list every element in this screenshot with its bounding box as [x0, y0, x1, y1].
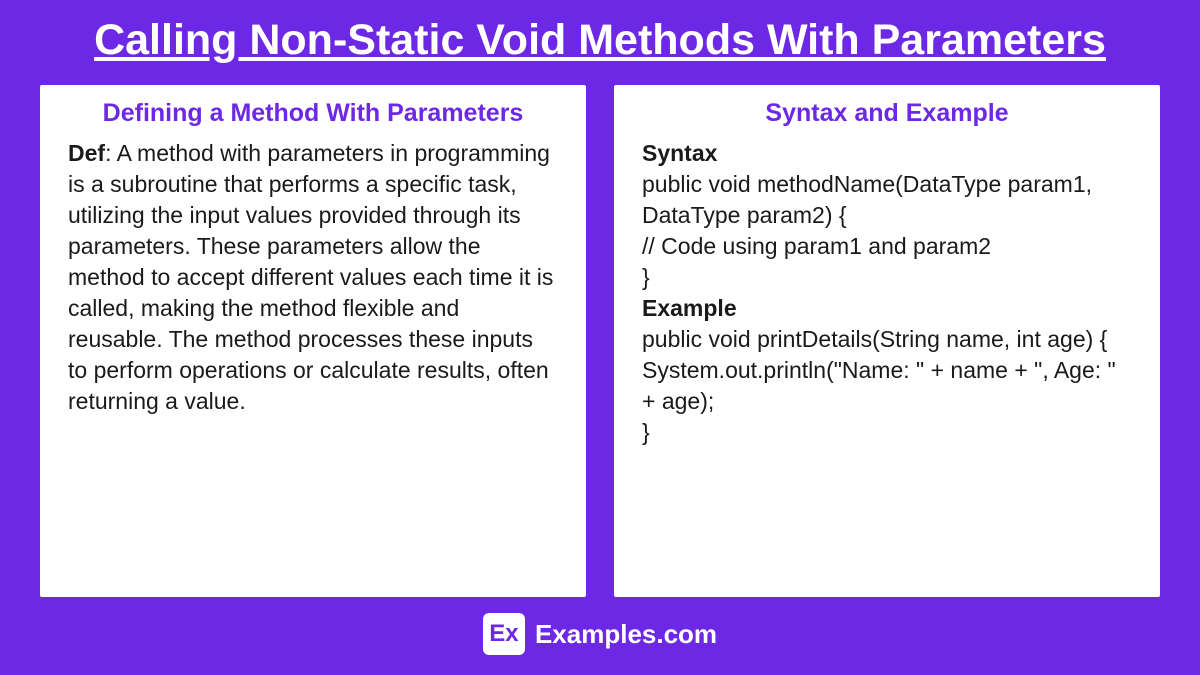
def-text: : A method with parameters in programmin…	[68, 140, 553, 414]
right-panel-body: Syntax public void methodName(DataType p…	[636, 138, 1138, 448]
left-panel-heading: Defining a Method With Parameters	[62, 99, 564, 128]
example-line-1: public void printDetails(String name, in…	[642, 326, 1107, 352]
left-panel-body: Def: A method with parameters in program…	[62, 138, 564, 417]
syntax-line-3: }	[642, 264, 650, 290]
page-title: Calling Non-Static Void Methods With Par…	[94, 15, 1106, 67]
def-label: Def	[68, 140, 105, 166]
site-name: Examples.com	[535, 619, 717, 650]
right-panel: Syntax and Example Syntax public void me…	[614, 85, 1160, 597]
syntax-line-1: public void methodName(DataType param1, …	[642, 171, 1092, 228]
syntax-line-2: // Code using param1 and param2	[642, 233, 991, 259]
logo-icon: Ex	[483, 613, 525, 655]
example-line-2: System.out.println("Name: " + name + ", …	[642, 357, 1116, 414]
example-label: Example	[642, 293, 1132, 324]
footer: Ex Examples.com	[483, 613, 717, 655]
right-panel-heading: Syntax and Example	[636, 99, 1138, 128]
syntax-label: Syntax	[642, 138, 1132, 169]
left-panel: Defining a Method With Parameters Def: A…	[40, 85, 586, 597]
example-line-3: }	[642, 419, 650, 445]
panels-container: Defining a Method With Parameters Def: A…	[40, 85, 1160, 597]
